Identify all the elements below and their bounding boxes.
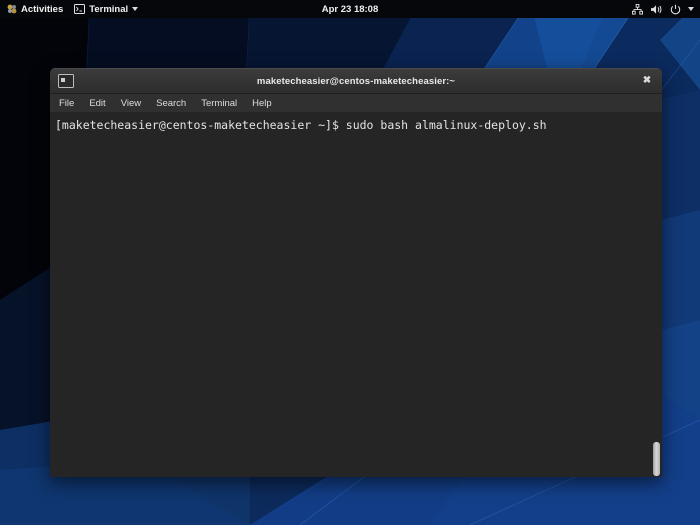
app-menu-label: Terminal: [89, 3, 129, 15]
menu-item-help[interactable]: Help: [251, 98, 273, 109]
menu-bar[interactable]: File Edit View Search Terminal Help: [50, 94, 662, 113]
terminal-window[interactable]: maketecheasier@centos-maketecheasier:~ ✖…: [50, 68, 662, 477]
chevron-down-icon: [132, 7, 139, 11]
scrollbar-thumb[interactable]: [653, 442, 660, 476]
close-icon[interactable]: ✖: [640, 74, 654, 88]
power-icon[interactable]: [670, 4, 681, 15]
system-status-area[interactable]: [632, 0, 694, 18]
gnome-footprints-icon: [7, 4, 17, 14]
activities-label: Activities: [21, 3, 64, 15]
terminal-window-icon: [58, 74, 74, 88]
menu-item-terminal[interactable]: Terminal: [200, 98, 238, 109]
window-titlebar[interactable]: maketecheasier@centos-maketecheasier:~ ✖: [50, 68, 662, 94]
menu-item-view[interactable]: View: [120, 98, 142, 109]
chevron-down-icon[interactable]: [688, 7, 694, 11]
volume-icon[interactable]: [650, 4, 663, 15]
screen: Activities Terminal Apr 23 18:08 maketec…: [0, 0, 700, 525]
clock-label[interactable]: Apr 23 18:08: [322, 4, 379, 15]
menu-item-search[interactable]: Search: [155, 98, 187, 109]
menu-item-edit[interactable]: Edit: [88, 98, 106, 109]
terminal-icon: [74, 4, 86, 14]
top-bar: Activities Terminal Apr 23 18:08: [0, 0, 700, 18]
terminal-scrollbar[interactable]: [650, 113, 662, 477]
menu-item-file[interactable]: File: [58, 98, 75, 109]
terminal-output-line: [maketecheasier@centos-maketecheasier ~]…: [55, 118, 547, 132]
app-menu-terminal[interactable]: Terminal: [74, 3, 139, 15]
activities-button[interactable]: Activities: [7, 4, 63, 15]
network-icon[interactable]: [632, 3, 643, 15]
terminal-body[interactable]: [maketecheasier@centos-maketecheasier ~]…: [50, 113, 662, 477]
window-title: maketecheasier@centos-maketecheasier:~: [256, 75, 456, 87]
